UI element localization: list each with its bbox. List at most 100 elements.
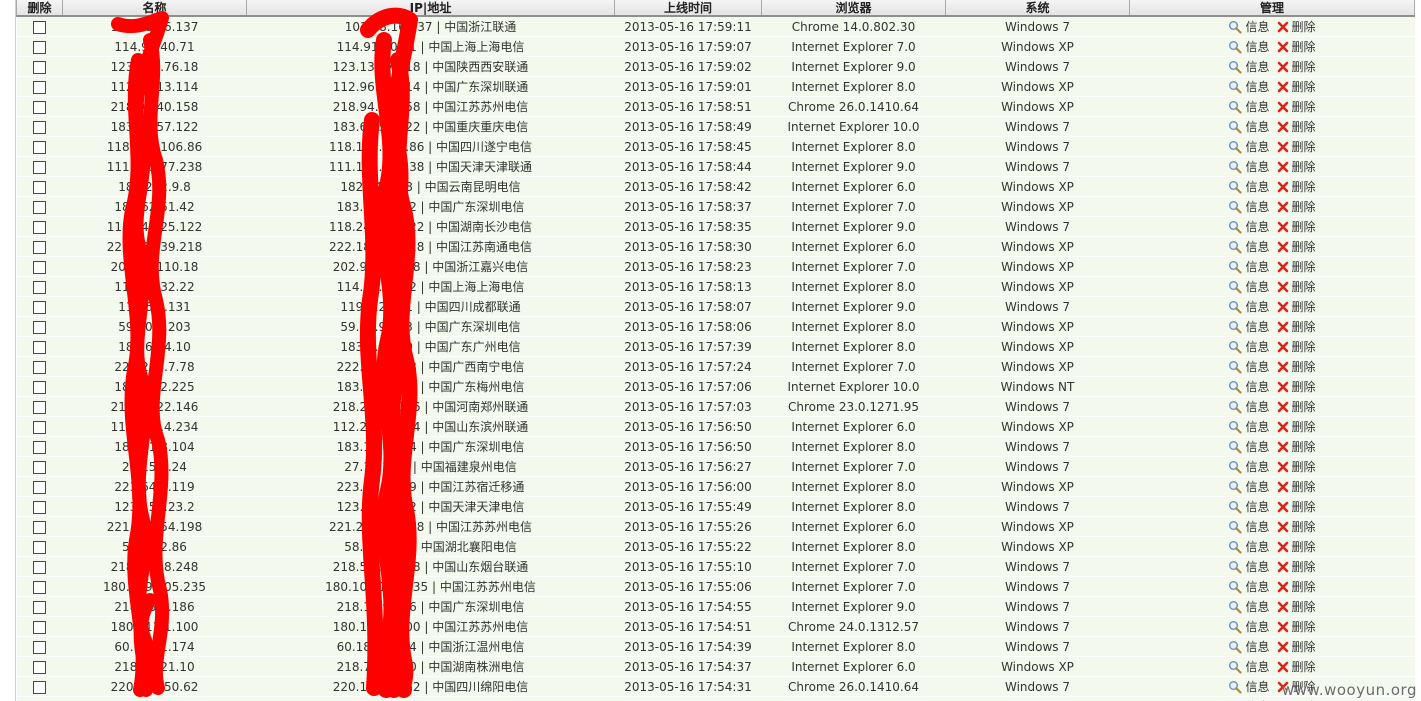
- row-select-checkbox[interactable]: [33, 280, 46, 294]
- delete-link[interactable]: 删除: [1292, 418, 1316, 435]
- row-select-checkbox[interactable]: [33, 160, 46, 174]
- delete-link[interactable]: 删除: [1292, 398, 1316, 415]
- magnifier-icon[interactable]: [1228, 599, 1243, 614]
- magnifier-icon[interactable]: [1228, 579, 1243, 594]
- row-select-checkbox[interactable]: [33, 600, 46, 614]
- row-select-checkbox[interactable]: [33, 440, 46, 454]
- delete-link[interactable]: 删除: [1292, 358, 1316, 375]
- col-header-os[interactable]: 系统: [945, 0, 1130, 17]
- delete-x-icon[interactable]: [1273, 320, 1289, 334]
- row-select-checkbox[interactable]: [33, 360, 46, 374]
- row-select-checkbox[interactable]: [33, 200, 46, 214]
- magnifier-icon[interactable]: [1228, 239, 1243, 254]
- delete-link[interactable]: 删除: [1292, 598, 1316, 615]
- delete-x-icon[interactable]: [1273, 160, 1289, 174]
- info-link[interactable]: 信息: [1245, 378, 1269, 395]
- magnifier-icon[interactable]: [1228, 219, 1243, 234]
- delete-x-icon[interactable]: [1273, 40, 1289, 54]
- magnifier-icon[interactable]: [1228, 659, 1243, 674]
- delete-x-icon[interactable]: [1273, 100, 1289, 114]
- delete-link[interactable]: 删除: [1292, 538, 1316, 555]
- row-select-checkbox[interactable]: [33, 80, 46, 94]
- delete-x-icon[interactable]: [1273, 660, 1289, 674]
- magnifier-icon[interactable]: [1228, 319, 1243, 334]
- delete-link[interactable]: 删除: [1292, 238, 1316, 255]
- magnifier-icon[interactable]: [1228, 119, 1243, 134]
- info-link[interactable]: 信息: [1245, 438, 1269, 455]
- magnifier-icon[interactable]: [1228, 679, 1243, 694]
- info-link[interactable]: 信息: [1245, 78, 1269, 95]
- info-link[interactable]: 信息: [1245, 198, 1269, 215]
- magnifier-icon[interactable]: [1228, 339, 1243, 354]
- info-link[interactable]: 信息: [1245, 138, 1269, 155]
- info-link[interactable]: 信息: [1245, 238, 1269, 255]
- info-link[interactable]: 信息: [1245, 658, 1269, 675]
- row-select-checkbox[interactable]: [33, 40, 46, 54]
- delete-x-icon[interactable]: [1273, 520, 1289, 534]
- row-select-checkbox[interactable]: [33, 300, 46, 314]
- row-select-checkbox[interactable]: [33, 120, 46, 134]
- info-link[interactable]: 信息: [1245, 338, 1269, 355]
- col-header-delete[interactable]: 删除: [16, 0, 63, 17]
- delete-x-icon[interactable]: [1273, 260, 1289, 274]
- row-select-checkbox[interactable]: [33, 340, 46, 354]
- info-link[interactable]: 信息: [1245, 18, 1269, 35]
- col-header-ip[interactable]: IP|地址: [246, 0, 615, 17]
- row-select-checkbox[interactable]: [33, 220, 46, 234]
- delete-link[interactable]: 删除: [1292, 578, 1316, 595]
- delete-x-icon[interactable]: [1273, 360, 1289, 374]
- delete-link[interactable]: 删除: [1292, 478, 1316, 495]
- info-link[interactable]: 信息: [1245, 638, 1269, 655]
- delete-x-icon[interactable]: [1273, 200, 1289, 214]
- magnifier-icon[interactable]: [1228, 159, 1243, 174]
- delete-link[interactable]: 删除: [1292, 118, 1316, 135]
- magnifier-icon[interactable]: [1228, 279, 1243, 294]
- info-link[interactable]: 信息: [1245, 518, 1269, 535]
- row-select-checkbox[interactable]: [33, 540, 46, 554]
- info-link[interactable]: 信息: [1245, 678, 1269, 695]
- delete-link[interactable]: 删除: [1292, 278, 1316, 295]
- magnifier-icon[interactable]: [1228, 259, 1243, 274]
- delete-x-icon[interactable]: [1273, 500, 1289, 514]
- info-link[interactable]: 信息: [1245, 498, 1269, 515]
- delete-link[interactable]: 删除: [1292, 78, 1316, 95]
- delete-x-icon[interactable]: [1273, 300, 1289, 314]
- col-header-manage[interactable]: 管理: [1129, 0, 1415, 17]
- row-select-checkbox[interactable]: [33, 620, 46, 634]
- info-link[interactable]: 信息: [1245, 158, 1269, 175]
- delete-link[interactable]: 删除: [1292, 218, 1316, 235]
- delete-x-icon[interactable]: [1273, 380, 1289, 394]
- magnifier-icon[interactable]: [1228, 379, 1243, 394]
- row-select-checkbox[interactable]: [33, 680, 46, 694]
- delete-x-icon[interactable]: [1273, 620, 1289, 634]
- magnifier-icon[interactable]: [1228, 179, 1243, 194]
- row-select-checkbox[interactable]: [33, 420, 46, 434]
- delete-x-icon[interactable]: [1273, 560, 1289, 574]
- delete-link[interactable]: 删除: [1292, 298, 1316, 315]
- row-select-checkbox[interactable]: [33, 580, 46, 594]
- row-select-checkbox[interactable]: [33, 400, 46, 414]
- row-select-checkbox[interactable]: [33, 380, 46, 394]
- row-select-checkbox[interactable]: [33, 260, 46, 274]
- info-link[interactable]: 信息: [1245, 458, 1269, 475]
- magnifier-icon[interactable]: [1228, 639, 1243, 654]
- info-link[interactable]: 信息: [1245, 598, 1269, 615]
- row-select-checkbox[interactable]: [33, 560, 46, 574]
- magnifier-icon[interactable]: [1228, 39, 1243, 54]
- info-link[interactable]: 信息: [1245, 218, 1269, 235]
- row-select-checkbox[interactable]: [33, 240, 46, 254]
- info-link[interactable]: 信息: [1245, 558, 1269, 575]
- row-select-checkbox[interactable]: [33, 500, 46, 514]
- row-select-checkbox[interactable]: [33, 460, 46, 474]
- delete-link[interactable]: 删除: [1292, 258, 1316, 275]
- magnifier-icon[interactable]: [1228, 439, 1243, 454]
- delete-x-icon[interactable]: [1273, 220, 1289, 234]
- delete-x-icon[interactable]: [1273, 120, 1289, 134]
- delete-link[interactable]: 删除: [1292, 638, 1316, 655]
- delete-link[interactable]: 删除: [1292, 438, 1316, 455]
- delete-link[interactable]: 删除: [1292, 38, 1316, 55]
- delete-x-icon[interactable]: [1273, 80, 1289, 94]
- delete-x-icon[interactable]: [1273, 580, 1289, 594]
- delete-x-icon[interactable]: [1273, 60, 1289, 74]
- delete-x-icon[interactable]: [1273, 340, 1289, 354]
